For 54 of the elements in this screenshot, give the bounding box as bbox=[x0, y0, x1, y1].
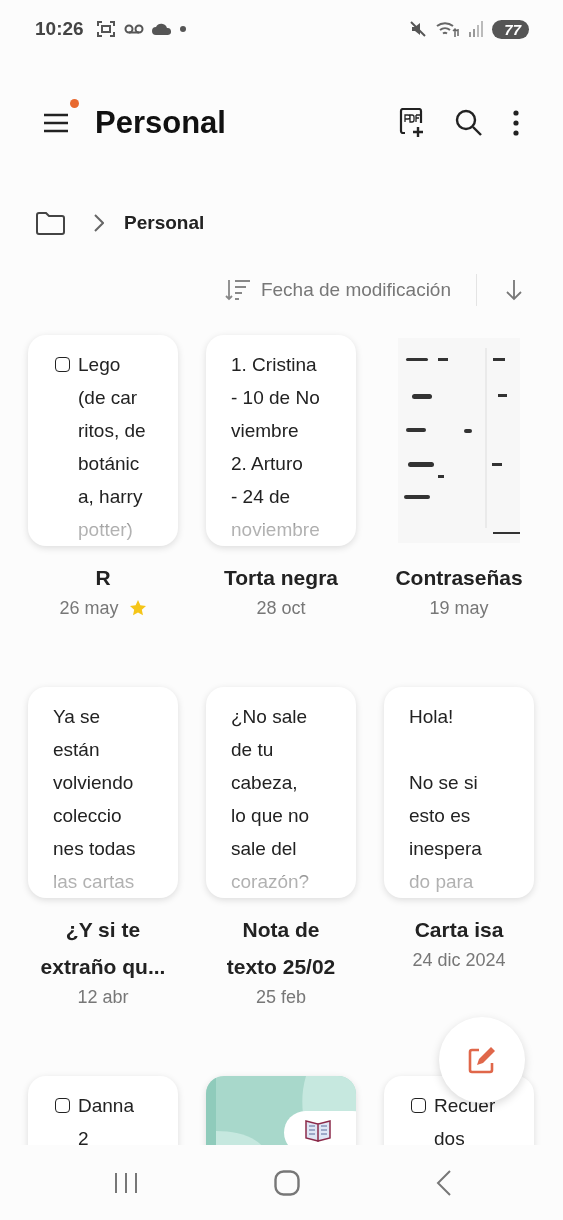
sort-icon bbox=[224, 279, 251, 301]
menu-icon bbox=[43, 111, 71, 135]
note-preview: Recuer dos bbox=[434, 1094, 496, 1145]
note-card[interactable]: 1. Cristina - 10 de No viembre 2. Arturo - 24 de noviembre bbox=[206, 335, 356, 546]
chevron-right-icon bbox=[94, 214, 104, 232]
signal-icon bbox=[469, 21, 484, 37]
home-icon[interactable] bbox=[274, 1169, 300, 1196]
note-date: 12 abr bbox=[77, 986, 129, 1009]
search-icon[interactable] bbox=[455, 109, 483, 137]
note-card[interactable]: Danna 2 bbox=[28, 1076, 178, 1145]
checkbox[interactable] bbox=[55, 357, 70, 372]
note-preview: Lego (de car ritos, de botánic a, harry potter) bbox=[78, 353, 146, 542]
checkbox[interactable] bbox=[55, 1098, 70, 1113]
note-title: Carta isa bbox=[414, 917, 504, 943]
note-card[interactable]: ¿No sale de tu cabeza, lo que no sale del corazón? bbox=[206, 687, 356, 898]
notification-dot bbox=[70, 99, 79, 108]
breadcrumb-item[interactable]: Personal bbox=[124, 212, 205, 234]
note-preview: Danna 2 bbox=[78, 1094, 134, 1145]
sort-option[interactable]: Fecha de modificación bbox=[260, 279, 451, 301]
note-preview: ¿No sale de tu cabeza, lo que no sale del corazón? bbox=[231, 705, 310, 894]
menu-button[interactable] bbox=[43, 99, 79, 135]
wifi-icon bbox=[436, 20, 461, 38]
note-date: 26 may bbox=[59, 597, 119, 620]
note-title: R bbox=[95, 565, 111, 591]
checkbox[interactable] bbox=[411, 1098, 426, 1113]
voicemail-icon bbox=[123, 24, 144, 34]
note-date: 28 oct bbox=[256, 597, 306, 620]
note-title: Torta negra bbox=[224, 565, 338, 591]
note-card[interactable]: Ya se están volviendo coleccio nes todas las cartas bbox=[28, 687, 178, 898]
note-date: 19 may bbox=[429, 597, 489, 620]
screenshot-icon bbox=[95, 20, 116, 38]
recent-apps-icon[interactable] bbox=[114, 1171, 138, 1194]
edit-icon bbox=[467, 1045, 497, 1075]
note-card[interactable]: Hola! No se si esto es inespera do para bbox=[384, 687, 534, 898]
note-title: Contraseñas bbox=[395, 565, 523, 591]
dot-icon bbox=[179, 26, 186, 32]
mute-icon bbox=[409, 20, 428, 38]
back-icon[interactable] bbox=[436, 1169, 452, 1196]
note-title: ¿Y si te extraño qu... bbox=[40, 917, 166, 980]
battery-indicator: 77 bbox=[492, 19, 529, 39]
note-title: Nota de texto 25/02 bbox=[226, 917, 336, 980]
note-date: 25 feb bbox=[255, 986, 306, 1009]
arrow-down-icon[interactable] bbox=[505, 279, 523, 301]
cloud-icon bbox=[151, 23, 172, 35]
note-card[interactable]: Lego (de car ritos, de botánic a, harry potter) bbox=[28, 335, 178, 546]
folder-icon[interactable] bbox=[35, 210, 66, 236]
note-preview: Hola! No se si esto es inespera do para bbox=[409, 705, 482, 894]
note-preview: Ya se están volviendo coleccio nes todas las cartas bbox=[53, 705, 136, 894]
status-time: 10:26 bbox=[35, 18, 84, 40]
note-preview: 1. Cristina - 10 de No viembre 2. Arturo - 24 de noviembre bbox=[231, 353, 320, 542]
page-title: Personal bbox=[95, 105, 227, 141]
more-options-icon[interactable] bbox=[513, 110, 519, 136]
note-date: 24 dic 2024 bbox=[412, 949, 506, 972]
pdf-add-icon[interactable] bbox=[399, 108, 425, 138]
